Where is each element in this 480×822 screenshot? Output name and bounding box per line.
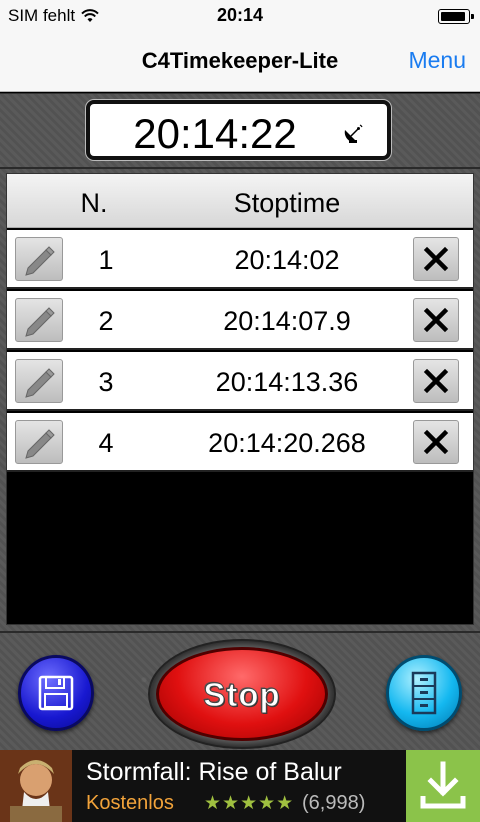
row-stoptime: 20:14:13.36 bbox=[215, 367, 359, 397]
table-row: 2 20:14:07.9 bbox=[7, 291, 473, 350]
pencil-icon bbox=[25, 429, 55, 459]
stop-button[interactable]: Stop bbox=[156, 647, 328, 741]
status-time: 20:14 bbox=[216, 5, 264, 25]
ad-banner[interactable]: Stormfall: Rise of Balur Kostenlos ★★★★★… bbox=[0, 750, 480, 822]
ad-title: Stormfall: Rise of Balur bbox=[86, 758, 342, 786]
edit-button[interactable] bbox=[15, 359, 63, 403]
save-button[interactable] bbox=[18, 655, 94, 731]
table-row: 4 20:14:20.268 bbox=[7, 413, 473, 472]
column-header-stoptime: Stoptime bbox=[233, 188, 341, 218]
table-row: 3 20:14:13.36 bbox=[7, 352, 473, 411]
close-icon bbox=[423, 246, 449, 272]
edit-button[interactable] bbox=[15, 420, 63, 464]
warrior-portrait-icon bbox=[0, 750, 72, 822]
clock-panel: 20:14:22 bbox=[0, 93, 480, 169]
stoptime-table: N. Stoptime 1 20:14:02 2 20:14:07.9 3 20… bbox=[6, 173, 474, 625]
delete-button[interactable] bbox=[413, 237, 459, 281]
column-header-number: N. bbox=[80, 188, 108, 218]
floppy-disk-icon bbox=[38, 675, 74, 711]
delete-button[interactable] bbox=[413, 420, 459, 464]
row-number: 1 bbox=[98, 245, 114, 275]
battery-icon bbox=[438, 9, 474, 24]
delete-button[interactable] bbox=[413, 298, 459, 342]
close-icon bbox=[423, 368, 449, 394]
file-cabinet-icon bbox=[411, 671, 437, 715]
stop-button-label: Stop bbox=[203, 676, 281, 714]
archive-button[interactable] bbox=[386, 655, 462, 731]
current-time: 20:14:22 bbox=[133, 110, 297, 157]
pencil-icon bbox=[25, 246, 55, 276]
menu-button[interactable]: Menu bbox=[408, 47, 466, 74]
control-panel: Stop bbox=[0, 631, 480, 750]
edit-button[interactable] bbox=[15, 237, 63, 281]
row-number: 3 bbox=[98, 367, 114, 397]
close-icon bbox=[423, 429, 449, 455]
row-stoptime: 20:14:20.268 bbox=[208, 428, 366, 458]
table-row: 1 20:14:02 bbox=[7, 230, 473, 289]
row-number: 2 bbox=[98, 306, 114, 336]
star-rating-icon: ★★★★★ bbox=[204, 793, 295, 814]
navigation-bar: C4Timekeeper-Lite Menu bbox=[0, 32, 480, 92]
row-stoptime: 20:14:02 bbox=[234, 245, 340, 275]
row-number: 4 bbox=[98, 428, 114, 458]
table-panel: N. Stoptime 1 20:14:02 2 20:14:07.9 3 20… bbox=[0, 169, 480, 631]
clock-display: 20:14:22 bbox=[86, 100, 391, 160]
status-bar: SIM fehlt 20:14 bbox=[0, 0, 480, 32]
pencil-icon bbox=[25, 307, 55, 337]
delete-button[interactable] bbox=[413, 359, 459, 403]
table-header: N. Stoptime bbox=[7, 174, 473, 228]
download-button[interactable] bbox=[406, 750, 480, 822]
row-stoptime: 20:14:07.9 bbox=[223, 306, 351, 336]
close-icon bbox=[423, 307, 449, 333]
edit-button[interactable] bbox=[15, 298, 63, 342]
ad-price: Kostenlos bbox=[86, 792, 174, 814]
ad-rating-count: (6,998) bbox=[302, 792, 366, 814]
pencil-icon bbox=[25, 368, 55, 398]
download-icon bbox=[420, 761, 466, 809]
satellite-dish-icon bbox=[344, 124, 363, 143]
ad-app-image[interactable] bbox=[0, 750, 72, 822]
